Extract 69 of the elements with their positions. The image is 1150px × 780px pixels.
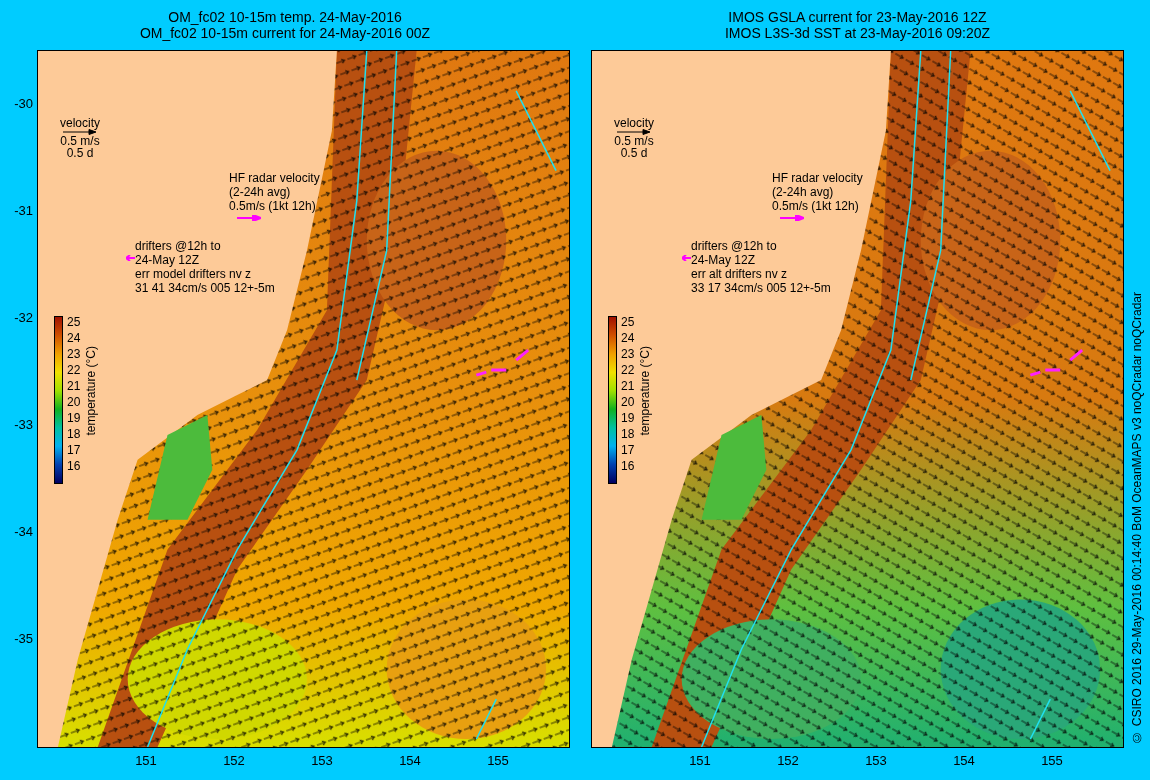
longitude-tick-label: 153 [310, 752, 334, 770]
hf-radar-legend-text: 0.5m/s (1kt 12h) [229, 199, 317, 213]
longitude-tick-label: 153 [864, 752, 888, 770]
drifter-legend-text: drifters @12h to [691, 239, 778, 253]
longitude-tick-label: 155 [1040, 752, 1064, 770]
drifter-legend-text: 33 17 34cm/s 005 12+-5m [691, 281, 831, 295]
longitude-tick-label: 151 [688, 752, 712, 770]
longitude-tick-label: 154 [952, 752, 976, 770]
colorbar-tick-label: 21 [621, 378, 635, 394]
drifter-legend-text: err model drifters nv z [135, 267, 253, 281]
plot-title: IMOS L3S-3d SST at 23-May-2016 09:20Z [724, 25, 991, 41]
velocity-scale-text: 0.5 m/s [614, 135, 654, 147]
plot-title: OM_fc02 10-15m current for 24-May-2016 00Z [139, 25, 431, 41]
latitude-tick-label: -34 [14, 525, 33, 539]
colorbar-tick-label: 18 [67, 426, 81, 442]
latitude-tick-label: -30 [14, 97, 33, 111]
colorbar-tick-label: 22 [621, 362, 635, 378]
colorbar-tick-label: 20 [621, 394, 635, 410]
colorbar-tick-label: 22 [67, 362, 81, 378]
velocity-legend-label: velocity [60, 117, 100, 129]
velocity-scale-text: 0.5 m/s [60, 135, 100, 147]
colorbar-tick-label: 19 [67, 410, 81, 426]
colorbar-tick-label: 16 [621, 458, 635, 474]
drifter-legend-text: 24-May 12Z [691, 253, 757, 267]
colorbar-tick-label: 25 [67, 314, 81, 330]
colorbar-tick-label: 17 [621, 442, 635, 458]
hf-radar-legend-text: HF radar velocity [772, 171, 863, 185]
colorbar-tick-label: 18 [621, 426, 635, 442]
colorbar-axis-label: temperature (°C) [638, 346, 653, 436]
drifter-arrow-icon [126, 255, 135, 261]
velocity-duration-text: 0.5 d [66, 147, 94, 159]
drifter-legend-text: err alt drifters nv z [691, 267, 789, 281]
colorbar-tick-label: 23 [67, 346, 81, 362]
velocity-arrow-icon [617, 129, 651, 135]
latitude-tick-label: -35 [14, 632, 33, 646]
drifter-legend-text: 31 41 34cm/s 005 12+-5m [135, 281, 275, 295]
velocity-legend-label: velocity [614, 117, 654, 129]
colorbar-tick-label: 24 [67, 330, 81, 346]
colorbar-tick-label: 17 [67, 442, 81, 458]
velocity-arrow-icon [63, 129, 97, 135]
latitude-tick-label: -32 [14, 311, 33, 325]
drifter-arrow-icon [682, 255, 691, 261]
longitude-tick-label: 154 [398, 752, 422, 770]
colorbar-axis-label: temperature (°C) [84, 346, 99, 436]
colorbar-tick-label: 16 [67, 458, 81, 474]
colorbar-tick-label: 23 [621, 346, 635, 362]
colorbar-tick-label: 21 [67, 378, 81, 394]
credit-text: © CSIRO 2016 29-May-2016 00:14:40 BoM OceanMAPS v3 noQCradar noQCradar [1129, 292, 1145, 744]
plot-title: IMOS GSLA current for 23-May-2016 12Z [728, 9, 987, 25]
plot-title: OM_fc02 10-15m temp. 24-May-2016 [168, 9, 402, 25]
longitude-tick-label: 152 [222, 752, 246, 770]
colorbar-tick-label: 19 [621, 410, 635, 426]
hf-radar-legend-text: HF radar velocity [229, 171, 320, 185]
drifter-legend-text: drifters @12h to [135, 239, 222, 253]
colorbar-tick-label: 20 [67, 394, 81, 410]
hf-radar-legend-text: 0.5m/s (1kt 12h) [772, 199, 860, 213]
longitude-tick-label: 152 [776, 752, 800, 770]
colorbar-tick-label: 24 [621, 330, 635, 346]
drifter-legend-text: 24-May 12Z [135, 253, 201, 267]
colorbar-tick-label: 25 [621, 314, 635, 330]
hf-radar-arrow-icon [237, 215, 261, 221]
hf-radar-legend-text: (2-24h avg) [772, 185, 835, 199]
latitude-tick-label: -31 [14, 204, 33, 218]
longitude-tick-label: 151 [134, 752, 158, 770]
hf-radar-arrow-icon [780, 215, 804, 221]
latitude-tick-label: -33 [14, 418, 33, 432]
hf-radar-legend-text: (2-24h avg) [229, 185, 292, 199]
longitude-tick-label: 155 [486, 752, 510, 770]
velocity-duration-text: 0.5 d [620, 147, 648, 159]
